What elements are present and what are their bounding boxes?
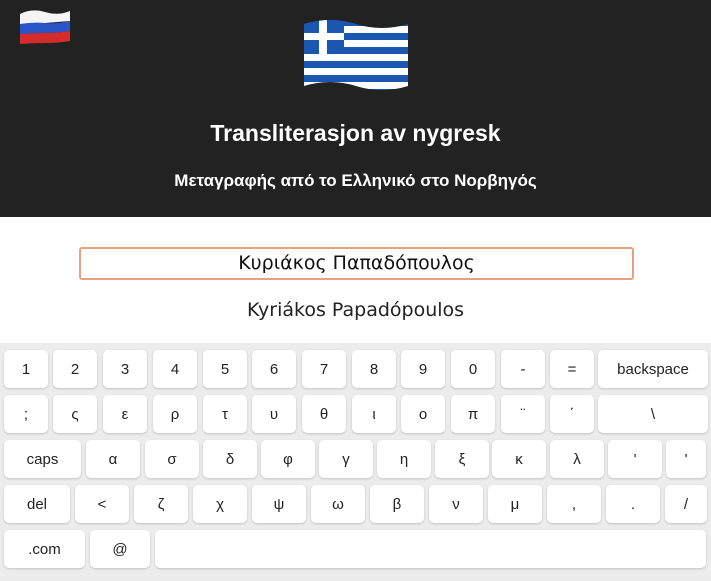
russia-flag-icon[interactable] bbox=[18, 8, 72, 44]
key-2-8[interactable]: κ bbox=[492, 440, 546, 478]
key-1-0[interactable]: ; bbox=[4, 395, 48, 433]
key-3-7[interactable]: ν bbox=[429, 485, 483, 523]
key-3-9[interactable]: , bbox=[547, 485, 601, 523]
key-0-4[interactable]: 5 bbox=[203, 350, 247, 388]
key-1-3[interactable]: ρ bbox=[153, 395, 197, 433]
key-2-0[interactable]: caps bbox=[4, 440, 81, 478]
key-0-11[interactable]: = bbox=[550, 350, 594, 388]
key-0-9[interactable]: 0 bbox=[451, 350, 495, 388]
key-2-1[interactable]: α bbox=[86, 440, 140, 478]
key-1-11[interactable]: ΄ bbox=[550, 395, 594, 433]
key-3-0[interactable]: del bbox=[4, 485, 70, 523]
key-1-7[interactable]: ι bbox=[352, 395, 396, 433]
key-0-5[interactable]: 6 bbox=[252, 350, 296, 388]
key-1-1[interactable]: ς bbox=[53, 395, 97, 433]
key-2-7[interactable]: ξ bbox=[435, 440, 489, 478]
key-3-4[interactable]: ψ bbox=[252, 485, 306, 523]
key-0-10[interactable]: - bbox=[501, 350, 545, 388]
key-1-6[interactable]: θ bbox=[302, 395, 346, 433]
key-2-3[interactable]: δ bbox=[203, 440, 257, 478]
key-2-5[interactable]: γ bbox=[319, 440, 373, 478]
key-2-2[interactable]: σ bbox=[145, 440, 199, 478]
key-4-0[interactable]: .com bbox=[4, 530, 85, 568]
page-subtitle: Μεταγραφής από το Ελληνικό στο Νορβηγός bbox=[174, 171, 537, 190]
key-3-6[interactable]: β bbox=[370, 485, 424, 523]
key-0-0[interactable]: 1 bbox=[4, 350, 48, 388]
virtual-keyboard: 1 2 3 4 5 6 7 8 9 0- = backspace; ς ε ρ τ υ θ ι ο π ¨ ΄ \ caps α σ… bbox=[0, 343, 711, 581]
space-key[interactable] bbox=[155, 530, 706, 568]
key-4-1[interactable]: @ bbox=[90, 530, 150, 568]
key-1-8[interactable]: ο bbox=[401, 395, 445, 433]
key-3-11[interactable]: / bbox=[665, 485, 707, 523]
key-2-9[interactable]: λ bbox=[550, 440, 604, 478]
key-0-3[interactable]: 4 bbox=[153, 350, 197, 388]
key-3-5[interactable]: ω bbox=[311, 485, 365, 523]
key-2-11[interactable]: ' bbox=[666, 440, 706, 478]
key-1-9[interactable]: π bbox=[451, 395, 495, 433]
key-1-4[interactable]: τ bbox=[203, 395, 247, 433]
key-3-8[interactable]: μ bbox=[488, 485, 542, 523]
key-3-3[interactable]: χ bbox=[193, 485, 247, 523]
greece-flag-icon bbox=[304, 20, 408, 90]
key-1-5[interactable]: υ bbox=[252, 395, 296, 433]
key-0-12[interactable]: backspace bbox=[598, 350, 708, 388]
key-2-10[interactable]: ' bbox=[608, 440, 662, 478]
key-1-12[interactable]: \ bbox=[598, 395, 708, 433]
key-0-8[interactable]: 9 bbox=[401, 350, 445, 388]
key-0-1[interactable]: 2 bbox=[53, 350, 97, 388]
key-0-6[interactable]: 7 bbox=[302, 350, 346, 388]
key-3-2[interactable]: ζ bbox=[134, 485, 188, 523]
header: Transliterasjon av nygresk Μεταγραφής απ… bbox=[0, 0, 711, 217]
key-1-2[interactable]: ε bbox=[103, 395, 147, 433]
key-2-6[interactable]: η bbox=[377, 440, 431, 478]
key-1-10[interactable]: ¨ bbox=[501, 395, 545, 433]
key-3-1[interactable]: < bbox=[75, 485, 129, 523]
key-2-4[interactable]: φ bbox=[261, 440, 315, 478]
page-title: Transliterasjon av nygresk bbox=[210, 120, 501, 146]
transliteration-output: Kyriákos Papadópoulos bbox=[246, 299, 465, 321]
key-0-7[interactable]: 8 bbox=[352, 350, 396, 388]
key-0-2[interactable]: 3 bbox=[103, 350, 147, 388]
key-3-10[interactable]: . bbox=[606, 485, 660, 523]
greek-text-input[interactable]: Κυριάκος Παπαδόπουλος bbox=[79, 247, 634, 280]
